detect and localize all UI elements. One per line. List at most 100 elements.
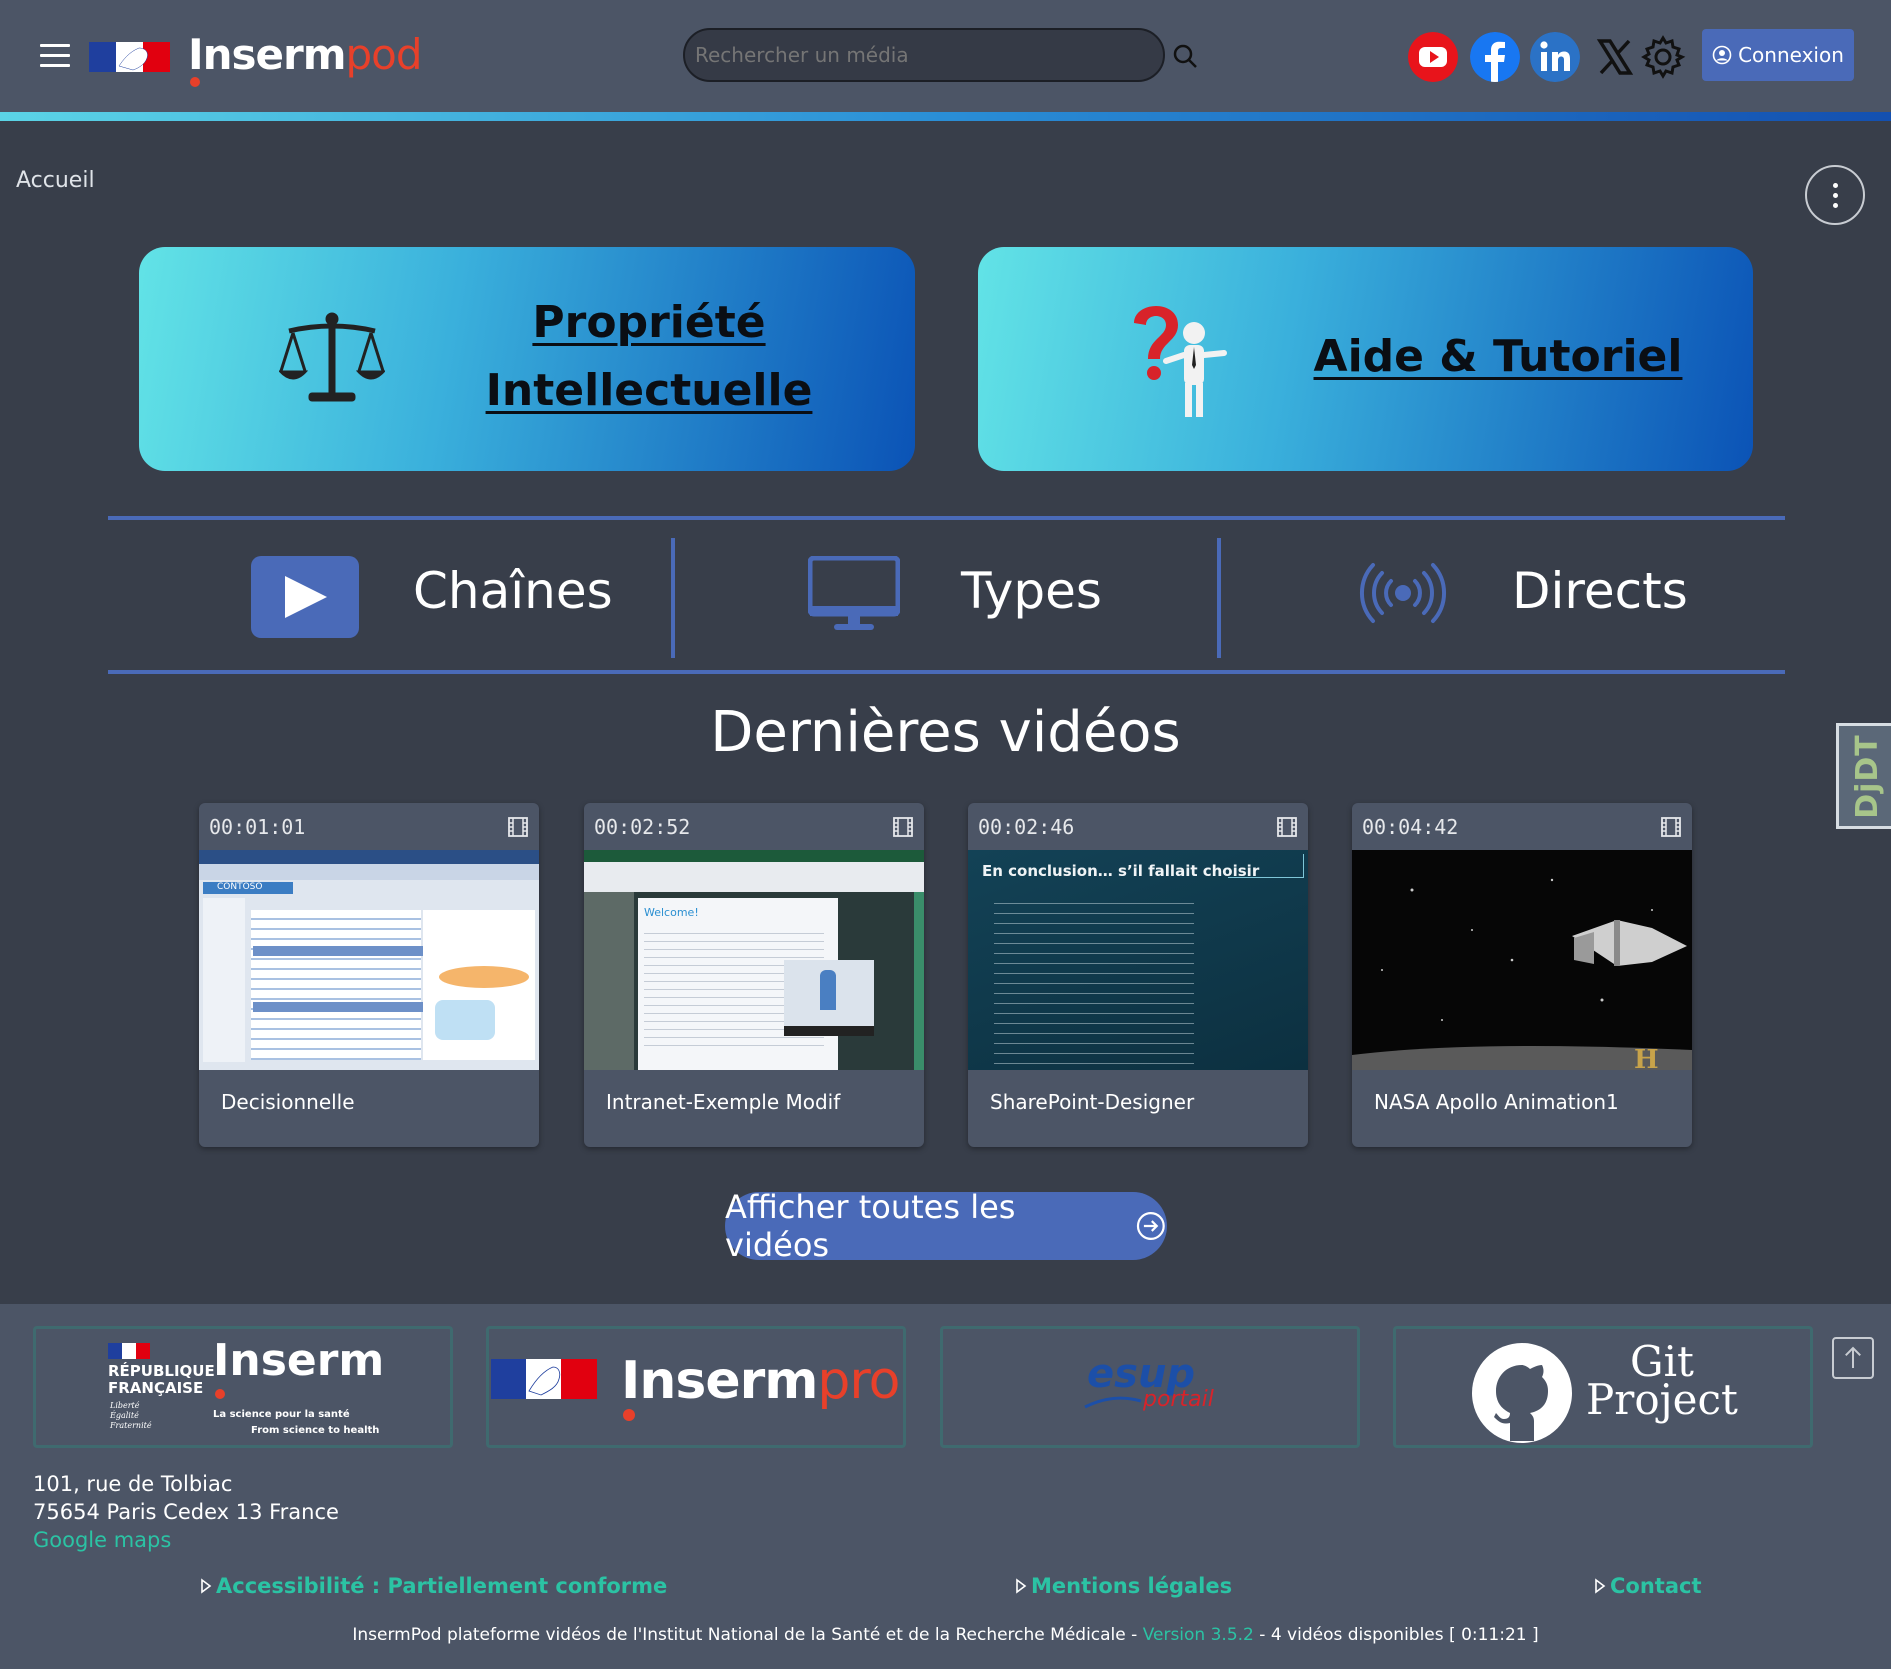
help-tutorial-banner[interactable]: Aide & Tutoriel (978, 247, 1753, 471)
esup-swoosh-icon (1084, 1396, 1142, 1409)
types-link[interactable]: Types (961, 562, 1102, 620)
x-icon[interactable] (1590, 32, 1640, 82)
intellectual-property-banner[interactable]: Propriété Intellectuelle (139, 247, 915, 471)
monitor-icon (808, 556, 900, 630)
inserm-pro-logo[interactable]: Insermpro (486, 1326, 906, 1448)
address-line1: 101, rue de Tolbiac (33, 1472, 233, 1496)
header-gradient-bar (0, 112, 1891, 121)
caret-right-icon (1016, 1578, 1027, 1594)
marianne-flag-icon (108, 1343, 150, 1359)
address-block: 101, rue de Tolbiac 75654 Paris Cedex 13… (33, 1470, 339, 1554)
contact-link[interactable]: Contact (1594, 1574, 1702, 1598)
legal-notice-label: Mentions légales (1031, 1574, 1233, 1598)
inserm-pod-logo[interactable]: Insermpod (188, 30, 423, 79)
video-thumbnail[interactable]: CONTOSO (199, 850, 539, 1070)
esup-portail-logo[interactable]: esup portail (940, 1326, 1360, 1448)
broadcast-icon (1359, 563, 1447, 623)
facebook-icon[interactable] (1470, 32, 1520, 82)
legal-notice-link[interactable]: Mentions légales (1015, 1574, 1232, 1598)
search-input[interactable] (683, 28, 1165, 82)
quick-nav-row: Chaînes Types Directs (108, 516, 1785, 674)
intellectual-property-link[interactable]: Propriété Intellectuelle (439, 289, 859, 425)
play-icon (251, 556, 359, 638)
lives-link[interactable]: Directs (1512, 562, 1688, 620)
inserm-text: Inserm (213, 1335, 385, 1386)
video-thumbnail[interactable]: H (1352, 850, 1692, 1070)
rf-motto-egalite: Égalité (110, 1411, 139, 1420)
inserm-pro-main: Inserm (621, 1351, 818, 1411)
linkedin-icon[interactable] (1530, 32, 1580, 82)
footer-info-suffix: - 4 vidéos disponibles [ 0:11:21 ] (1253, 1625, 1539, 1645)
contact-label: Contact (1610, 1574, 1702, 1598)
back-to-top-button[interactable] (1832, 1337, 1874, 1379)
video-duration: 00:02:52 (594, 814, 691, 839)
video-card[interactable]: 00:01:01 CONTOSO Decisionnelle (199, 803, 539, 1147)
film-icon (1661, 816, 1681, 837)
show-all-videos-label: Afficher toutes les vidéos (725, 1188, 1016, 1264)
marianne-flag-icon (89, 42, 170, 72)
youtube-icon[interactable] (1408, 32, 1458, 82)
inserm-rf-logo[interactable]: RÉPUBLIQUE FRANÇAISE Liberté Égalité Fra… (33, 1326, 453, 1448)
video-title[interactable]: NASA Apollo Animation1 (1352, 1070, 1692, 1134)
footer-info-line: InsermPod plateforme vidéos de l'Institu… (0, 1625, 1891, 1645)
thumb-contoso-label: CONTOSO (203, 882, 293, 894)
inserm-pro-accent: pro (817, 1351, 900, 1411)
latest-videos-title: Dernières vidéos (710, 700, 1181, 765)
channels-link[interactable]: Chaînes (413, 562, 613, 620)
caret-right-icon (1595, 1578, 1606, 1594)
nav-separator (671, 538, 675, 658)
film-icon (1277, 816, 1297, 837)
search-icon[interactable] (1171, 42, 1199, 70)
github-icon (1472, 1343, 1572, 1443)
help-figure-icon (1134, 306, 1227, 417)
show-all-videos-button[interactable]: Afficher toutes les vidéos (725, 1188, 1167, 1264)
accessibility-link[interactable]: Accessibilité : Partiellement conforme (200, 1574, 667, 1598)
rf-motto-liberte: Liberté (110, 1401, 140, 1410)
video-card[interactable]: 00:02:46 En conclusion… s’il fallait cho… (968, 803, 1308, 1147)
google-maps-link[interactable]: Google maps (33, 1528, 171, 1552)
git-project-logo[interactable]: Git Project (1393, 1326, 1813, 1448)
debug-toolbar-label: DjDT (1850, 733, 1885, 819)
rf-motto-fraternite: Fraternité (110, 1421, 152, 1430)
video-title[interactable]: SharePoint-Designer (968, 1070, 1308, 1134)
scales-icon (279, 312, 385, 402)
video-card[interactable]: 00:04:42 H NASA Apollo Animation1 (1352, 803, 1692, 1147)
inserm-tagline-fr: La science pour la santé (213, 1409, 350, 1420)
rf-text-line2: FRANÇAISE (108, 1379, 204, 1397)
login-button[interactable]: Connexion (1702, 29, 1854, 81)
film-icon (893, 816, 913, 837)
logo-dot (190, 77, 200, 87)
video-duration: 00:01:01 (209, 814, 306, 839)
inserm-tagline-en: From science to health (251, 1425, 380, 1436)
gear-icon[interactable] (1640, 34, 1686, 80)
video-thumbnail[interactable]: Welcome! (584, 850, 924, 1070)
nav-separator (1217, 538, 1221, 658)
help-tutorial-link[interactable]: Aide & Tutoriel (1298, 323, 1698, 391)
video-duration: 00:04:42 (1362, 814, 1459, 839)
menu-icon[interactable] (40, 44, 70, 68)
caret-right-icon (201, 1578, 212, 1594)
project-text: Project (1586, 1375, 1738, 1424)
user-circle-icon (1712, 45, 1732, 65)
esup-subtext: portail (1143, 1387, 1214, 1412)
svg-text:H: H (1634, 1045, 1659, 1070)
video-thumbnail[interactable]: En conclusion… s’il fallait choisir (968, 850, 1308, 1070)
more-options-button[interactable] (1805, 165, 1865, 225)
marianne-flag-icon (491, 1359, 597, 1399)
address-line2: 75654 Paris Cedex 13 France (33, 1500, 339, 1524)
video-title[interactable]: Intranet-Exemple Modif (584, 1070, 924, 1134)
version-link[interactable]: Version 3.5.2 (1143, 1625, 1254, 1645)
debug-toolbar-handle[interactable]: DjDT (1836, 723, 1891, 829)
login-label: Connexion (1738, 43, 1844, 67)
video-card[interactable]: 00:02:52 Welcome! Intranet-Exemple Modif (584, 803, 924, 1147)
rf-text-line1: RÉPUBLIQUE (108, 1362, 215, 1380)
footer: RÉPUBLIQUE FRANÇAISE Liberté Égalité Fra… (0, 1304, 1891, 1669)
video-title[interactable]: Decisionnelle (199, 1070, 539, 1134)
breadcrumb[interactable]: Accueil (16, 168, 95, 193)
arrow-right-circle-icon (1137, 1212, 1166, 1240)
thumb-conclusion-text: En conclusion… s’il fallait choisir (982, 862, 1260, 880)
footer-info-prefix: InsermPod plateforme vidéos de l'Institu… (352, 1625, 1143, 1645)
top-navbar: Insermpod Connexion (0, 0, 1891, 112)
accessibility-label: Accessibilité : Partiellement conforme (216, 1574, 668, 1598)
apollo-scene-image: H (1352, 878, 1692, 1070)
